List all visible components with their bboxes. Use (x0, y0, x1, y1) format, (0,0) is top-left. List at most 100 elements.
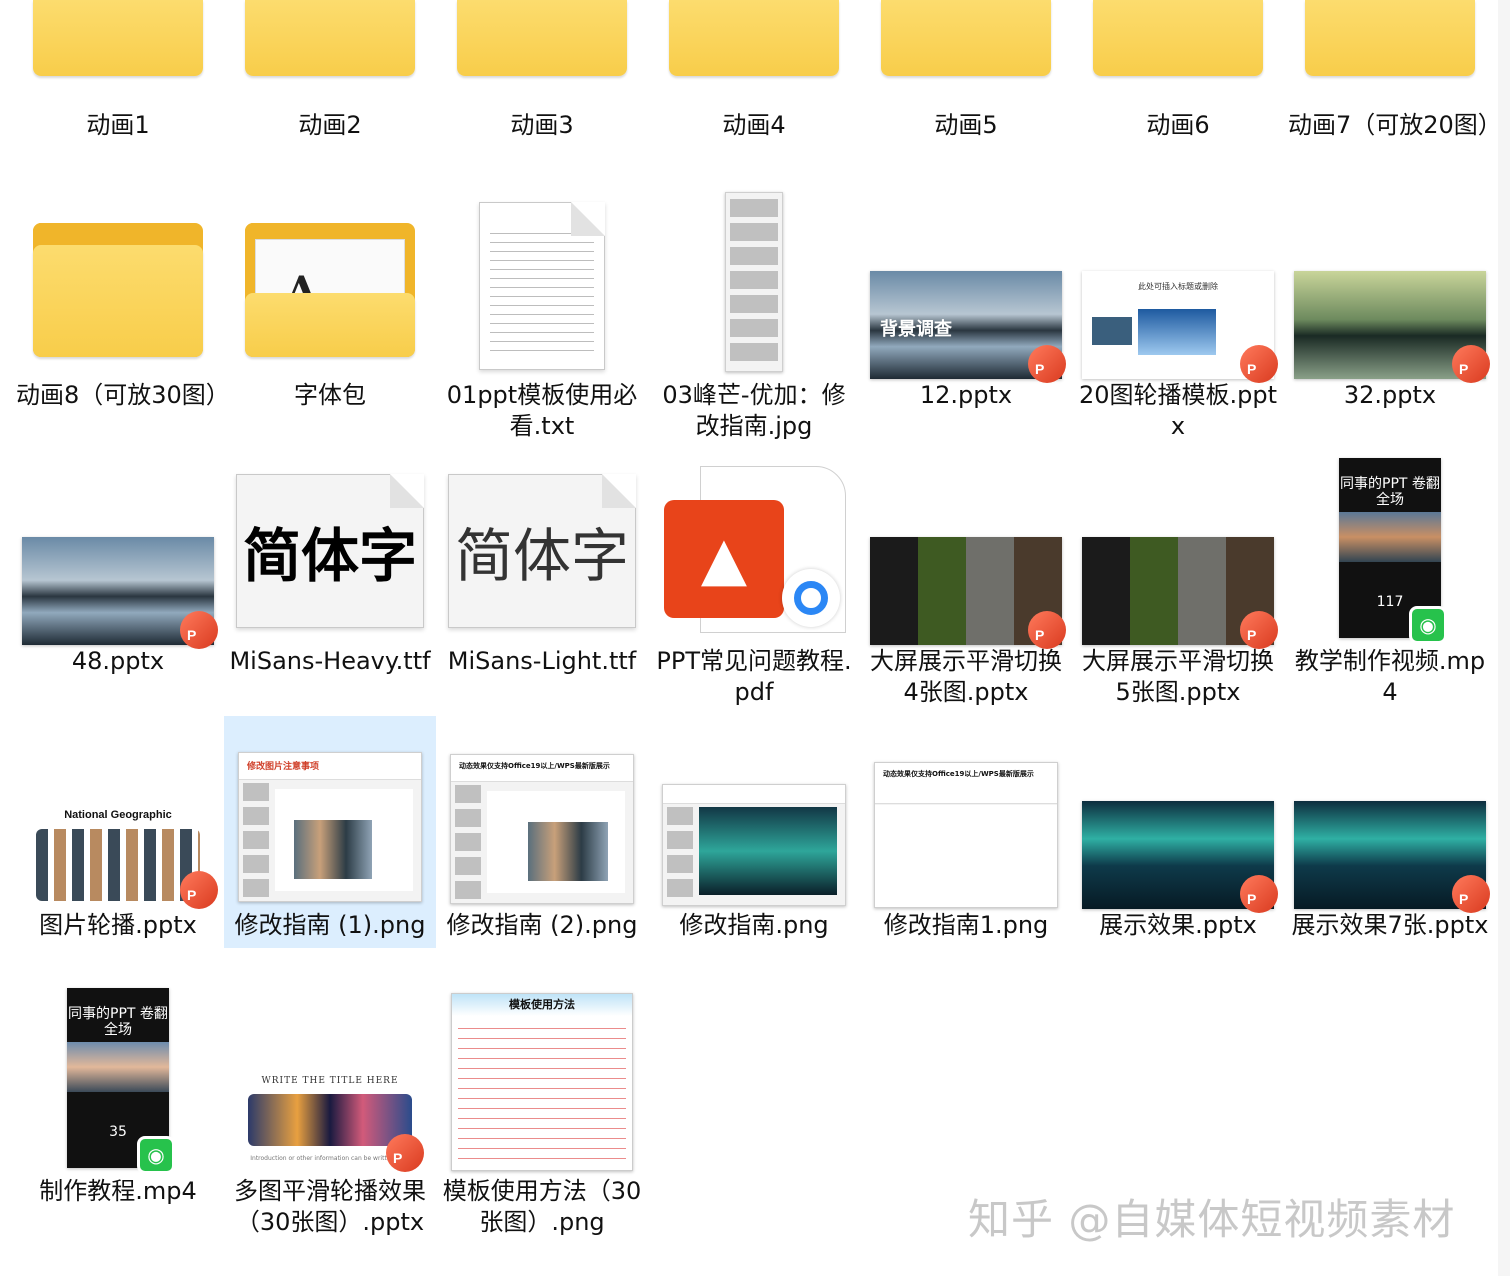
file-item[interactable]: P 展示效果.pptx (1072, 720, 1284, 985)
file-item[interactable]: 同事的PPT 卷翻全场 35 ◉ 制作教程.mp4 (12, 986, 224, 1251)
folder-icon (33, 223, 203, 357)
file-item[interactable]: 01ppt模板使用必看.txt (436, 190, 648, 455)
file-name: 修改指南1.png (883, 911, 1049, 939)
file-name: 01ppt模板使用必看.txt (446, 381, 638, 440)
thumb-title: 动态效果仅支持Office19以上/WPS最新版展示 (459, 762, 610, 770)
file-name: 动画1 (86, 111, 150, 139)
file-item[interactable]: P 展示效果7张.pptx (1284, 720, 1496, 985)
folder-icon (669, 0, 839, 78)
file-item[interactable]: P 大屏展示平滑切换5张图.pptx (1072, 456, 1284, 721)
folder-icon (457, 0, 627, 78)
file-name: 动画2 (298, 111, 362, 139)
thumb-title: WRITE THE TITLE HERE (261, 1076, 399, 1086)
font-preview: 简体字 (454, 522, 629, 590)
image-thumbnail: 模板使用方法 (451, 993, 633, 1171)
file-item[interactable]: ▲ PPT常见问题教程.pdf (648, 456, 860, 721)
file-item[interactable]: 模板使用方法 模板使用方法（30张图）.png (436, 986, 648, 1251)
font-preview: 简体字 (242, 522, 417, 590)
file-name: 展示效果7张.pptx (1291, 911, 1489, 939)
powerpoint-icon: P (180, 871, 218, 909)
image-thumbnail (662, 784, 846, 906)
watermark: 知乎 @自媒体短视频素材 (968, 1195, 1456, 1244)
file-name: 制作教程.mp4 (39, 1177, 197, 1205)
thumb-title: 模板使用方法 (452, 994, 632, 1016)
file-name: 动画7（可放20图） (1288, 111, 1502, 139)
file-name: 字体包 (294, 381, 366, 409)
file-name: 大屏展示平滑切换4张图.pptx (870, 647, 1062, 706)
folder-icon (33, 0, 203, 78)
file-item[interactable]: 修改指南.png (648, 720, 860, 985)
powerpoint-icon: P (386, 1134, 424, 1172)
file-name: MiSans-Heavy.ttf (229, 647, 431, 675)
thumb-title: 修改图片注意事项 (247, 762, 320, 772)
file-item[interactable]: 动态效果仅支持Office19以上/WPS最新版展示 修改指南 (2).png (436, 720, 648, 985)
powerpoint-icon: P (1028, 345, 1066, 383)
file-name: 32.pptx (1343, 381, 1437, 409)
thumb-title: 此处可插入标题或删除 (1138, 282, 1218, 291)
thumb-title: National Geographic (64, 809, 172, 821)
text-file-icon (479, 202, 605, 370)
file-name: 03峰芒-优加：修改指南.jpg (662, 381, 846, 440)
file-name: PPT常见问题教程.pdf (656, 647, 852, 706)
powerpoint-icon: P (1028, 611, 1066, 649)
file-name: 12.pptx (919, 381, 1013, 409)
folder-item[interactable]: A 字体包 (224, 190, 436, 455)
file-name: MiSans-Light.ttf (447, 647, 637, 675)
font-file-icon: 简体字 (236, 474, 424, 628)
folder-item[interactable]: 动画8（可放30图） (12, 190, 230, 455)
file-name: 模板使用方法（30张图）.png (442, 1177, 642, 1236)
folder-icon (881, 0, 1051, 78)
file-name: 修改指南 (2).png (446, 911, 638, 939)
file-name: 教学制作视频.mp4 (1294, 647, 1486, 706)
thumb-title: 背景调查 (880, 319, 952, 340)
scrollbar[interactable] (1498, 0, 1510, 1276)
thumb-title: 同事的PPT 卷翻全场 (1340, 476, 1440, 508)
folder-with-file-icon: A (245, 223, 415, 357)
file-item-selected[interactable]: 修改图片注意事项 修改指南 (1).png (224, 716, 436, 948)
file-name: 20图轮播模板.pptx (1078, 381, 1278, 440)
image-thumbnail: 动态效果仅支持Office19以上/WPS最新版展示 (450, 754, 634, 904)
file-item[interactable]: 简体字 MiSans-Light.ttf (436, 456, 648, 721)
file-item[interactable]: National Geographic P 图片轮播.pptx (12, 720, 224, 985)
file-item[interactable]: 同事的PPT 卷翻全场 117 ◉ 教学制作视频.mp4 (1284, 456, 1496, 721)
file-item[interactable]: 背景调查 P 12.pptx (860, 190, 1072, 455)
file-item[interactable]: WRITE THE TITLE HERE Introduction or othe… (224, 986, 436, 1251)
file-item[interactable]: P 大屏展示平滑切换4张图.pptx (860, 456, 1072, 721)
folder-icon (1305, 0, 1475, 78)
file-name: 多图平滑轮播效果（30张图）.pptx (234, 1177, 426, 1236)
file-name: 大屏展示平滑切换5张图.pptx (1082, 647, 1274, 706)
browser-icon (782, 568, 840, 627)
file-item[interactable]: 03峰芒-优加：修改指南.jpg (648, 190, 860, 455)
file-item[interactable]: 此处可插入标题或删除 P 20图轮播模板.pptx (1072, 190, 1284, 455)
file-item[interactable]: 动态效果仅支持Office19以上/WPS最新版展示 修改指南1.png (860, 720, 1072, 985)
folder-icon (1093, 0, 1263, 78)
image-thumbnail: 动态效果仅支持Office19以上/WPS最新版展示 (874, 762, 1058, 908)
file-item[interactable]: P 32.pptx (1284, 190, 1496, 455)
file-item[interactable]: 简体字 MiSans-Heavy.ttf (224, 456, 436, 721)
video-player-icon: ◉ (1409, 606, 1447, 644)
powerpoint-icon: P (180, 611, 218, 649)
image-thumbnail: 修改图片注意事项 (238, 752, 422, 902)
file-name: 修改指南.png (679, 911, 829, 939)
file-name: 动画5 (934, 111, 998, 139)
powerpoint-icon: P (1240, 611, 1278, 649)
file-name: 图片轮播.pptx (39, 911, 197, 939)
font-file-icon: 简体字 (448, 474, 636, 628)
thumb-title: 动态效果仅支持Office19以上/WPS最新版展示 (883, 770, 1034, 778)
video-player-icon: ◉ (137, 1136, 175, 1174)
file-name: 修改指南 (1).png (234, 911, 426, 939)
file-name: 动画3 (510, 111, 574, 139)
file-name: 48.pptx (71, 647, 165, 675)
powerpoint-icon: P (1452, 345, 1490, 383)
powerpoint-icon: P (1240, 875, 1278, 913)
thumb-title: 同事的PPT 卷翻全场 (68, 1006, 168, 1038)
file-name: 动画6 (1146, 111, 1210, 139)
folder-icon (245, 0, 415, 78)
image-thumbnail (725, 192, 783, 372)
file-item[interactable]: P 48.pptx (12, 456, 224, 721)
file-name: 展示效果.pptx (1099, 911, 1257, 939)
file-name: 动画4 (722, 111, 786, 139)
powerpoint-icon: P (1240, 345, 1278, 383)
file-name: 动画8（可放30图） (16, 381, 230, 409)
pdf-file-icon: ▲ (664, 465, 846, 633)
